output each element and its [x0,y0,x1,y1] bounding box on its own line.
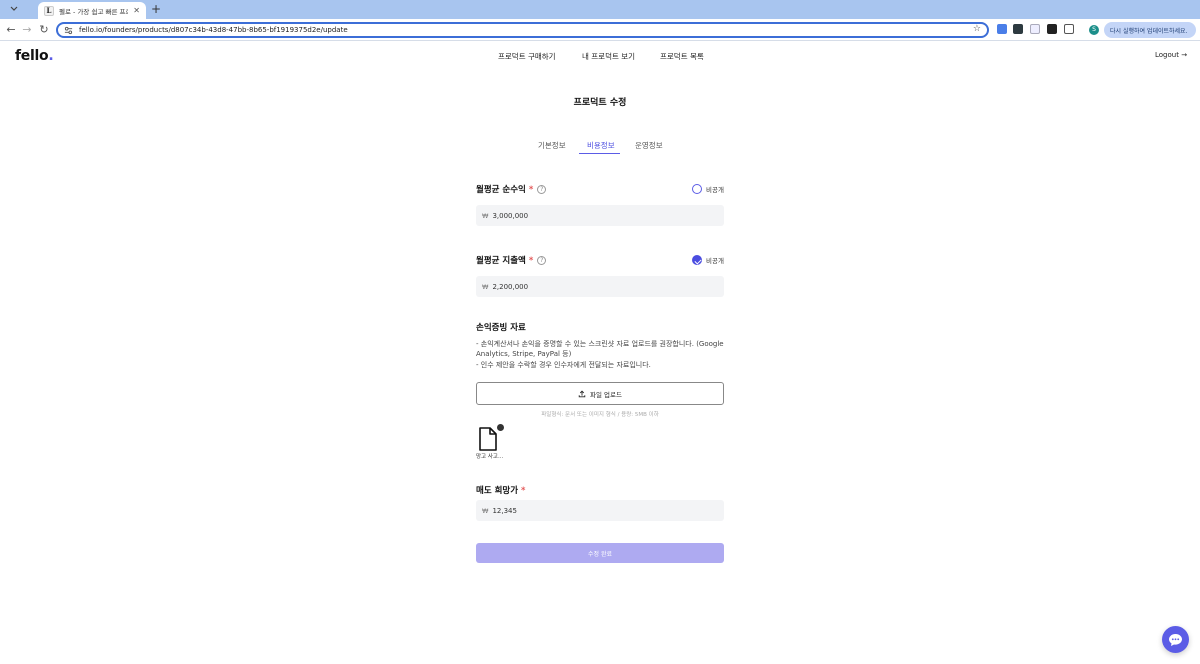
tab-title: 펠로 - 가장 쉽고 빠른 프로덕트 M... [59,7,128,16]
evidence-description-2: - 인수 제안을 수락할 경우 인수자에게 전달되는 자료입니다. [476,361,651,369]
file-upload-button[interactable]: 파일 업로드 [476,382,724,405]
active-tab-indicator [579,153,620,154]
avg-expense-label-row: 월평균 지출액 *? 비공개 [476,254,724,268]
tab-operation-info[interactable]: 운영정보 [635,140,663,151]
avg-expense-label: 월평균 지출액 *? [476,254,547,266]
evidence-section-title: 손익증빙 자료 [476,323,526,333]
upload-icon [578,389,586,397]
remove-file-icon[interactable] [497,424,504,431]
browser-tab[interactable]: L 펠로 - 가장 쉽고 빠른 프로덕트 M... ✕ [38,2,146,19]
asking-price-label-row: 매도 희망가 * [476,484,724,498]
avg-profit-input[interactable]: ₩ 3,000,000 [476,205,724,226]
asking-price-label: 매도 희망가 * [476,486,526,496]
avg-profit-label-row: 월평균 순수익 *? 비공개 [476,183,724,197]
private-checked-icon[interactable] [692,255,703,265]
avg-profit-label: 월평균 순수익 *? [476,183,547,195]
private-radio-icon[interactable] [692,184,703,194]
won-currency-icon: ₩ [482,211,489,220]
nav-buy-products[interactable]: 프로덕트 구매하기 [498,51,556,62]
tab-basic-info[interactable]: 기본정보 [538,140,566,151]
tab-search-icon[interactable] [8,4,20,14]
back-arrow-icon[interactable]: ← [4,23,18,37]
chat-support-button[interactable] [1162,626,1189,653]
help-icon[interactable]: ? [537,256,547,265]
tab-favicon-icon: L [44,5,54,16]
puzzle-extensions-icon[interactable] [1064,24,1074,34]
tab-close-icon[interactable]: ✕ [133,6,140,15]
avg-expense-input[interactable]: ₩ 2,200,000 [476,276,724,297]
upload-hint: 파일형식: 문서 또는 이미지 형식 / 용량: 5MB 이하 [541,412,659,418]
profile-avatar[interactable]: S [1089,25,1099,35]
nav-my-products[interactable]: 내 프로덕트 보기 [582,51,635,62]
logout-link[interactable]: Logout → [1155,51,1187,59]
submit-update-button[interactable]: 수정 완료 [476,543,724,563]
update-chrome-button[interactable]: 다시 실행하여 업데이트하세요. [1104,22,1196,38]
extension-icon[interactable] [1013,24,1023,34]
browser-toolbar: ← → ↻ fello.io/founders/products/d807c34… [0,19,1200,41]
bookmark-star-icon[interactable]: ☆ [973,24,981,34]
new-tab-button[interactable]: + [151,2,161,16]
browser-tab-strip: L 펠로 - 가장 쉽고 빠른 프로덕트 M... ✕ + [0,0,1200,19]
uploaded-file-name: 망고 사고... [476,454,504,460]
help-icon[interactable]: ? [537,185,547,194]
page-title: 프로덕트 수정 [573,98,627,108]
tab-cost-info[interactable]: 비용정보 [587,140,615,151]
fello-logo[interactable]: fello. [15,48,54,64]
shield-extension-icon[interactable] [1030,24,1040,34]
url-text: fello.io/founders/products/d807c34b-43d8… [79,26,348,34]
extension-icon[interactable] [997,24,1007,34]
extension-icon[interactable] [1047,24,1057,34]
chat-bubble-icon [1169,633,1182,646]
evidence-description-1: - 손익계산서나 손익을 증명할 수 있는 스크린샷 자료 업로드를 권장합니다… [476,340,724,358]
avg-expense-private-toggle[interactable]: 비공개 [692,255,724,265]
forward-arrow-icon[interactable]: → [20,23,34,37]
avg-profit-private-toggle[interactable]: 비공개 [692,184,724,194]
address-bar[interactable]: fello.io/founders/products/d807c34b-43d8… [56,22,989,38]
reload-icon[interactable]: ↻ [37,23,51,37]
won-currency-icon: ₩ [482,506,489,515]
site-info-icon[interactable] [64,26,73,35]
asking-price-input[interactable]: ₩ 12,345 [476,500,724,521]
nav-product-list[interactable]: 프로덕트 목록 [660,51,704,62]
won-currency-icon: ₩ [482,282,489,291]
